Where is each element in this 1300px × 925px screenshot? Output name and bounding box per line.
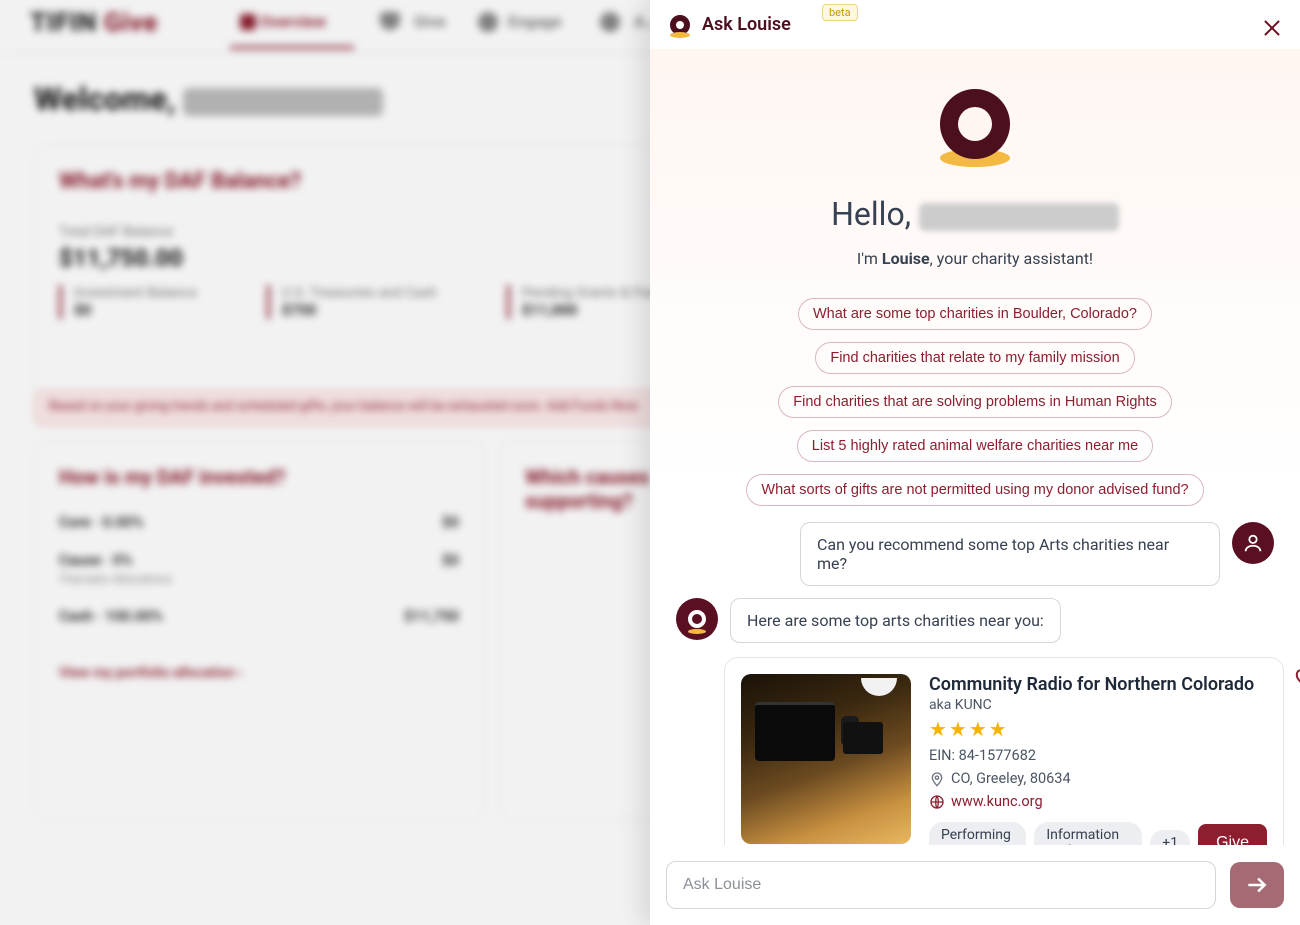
charity-info: Community Radio for Northern Colorado ak… (929, 674, 1267, 845)
suggestion-chip[interactable]: Find charities that are solving problems… (778, 386, 1171, 418)
ask-louise-panel: Ask Louise beta Hello, I'm Louise, your … (650, 0, 1300, 925)
user-message-row: Can you recommend some top Arts charitie… (650, 516, 1300, 592)
pin-icon (929, 771, 945, 787)
suggestion-chip[interactable]: What sorts of gifts are not permitted us… (746, 474, 1203, 506)
charity-location: CO, Greeley, 80634 (929, 770, 1267, 787)
charity-tags: Performing Arts Information And … +1 Giv… (929, 822, 1267, 845)
arrow-right-icon (1244, 872, 1270, 898)
hello-name-redacted (919, 203, 1119, 231)
charity-tag-more[interactable]: +1 (1150, 830, 1190, 845)
bot-message-row: Here are some top arts charities near yo… (650, 592, 1300, 649)
panel-header: Ask Louise beta (650, 0, 1300, 49)
favorite-heart-icon[interactable] (1295, 666, 1300, 690)
suggestion-chip[interactable]: List 5 highly rated animal welfare chari… (797, 430, 1153, 462)
intro-pre: I'm (857, 249, 882, 268)
charity-tag[interactable]: Information And … (1034, 822, 1142, 845)
panel-title: Ask Louise (702, 14, 791, 35)
bot-message-bubble: Here are some top arts charities near yo… (730, 598, 1061, 643)
charity-aka: aka KUNC (929, 697, 1267, 713)
charity-ein: EIN: 84-1577682 (929, 747, 1267, 764)
globe-icon (929, 794, 945, 810)
charity-result-card[interactable]: Community Radio for Northern Colorado ak… (724, 657, 1284, 845)
charity-website-text: www.kunc.org (951, 793, 1043, 810)
hello-line: Hello, (650, 195, 1300, 233)
user-avatar-icon (1232, 522, 1274, 564)
louise-hero-icon (940, 89, 1010, 159)
send-button[interactable] (1230, 862, 1284, 908)
intro-line: I'm Louise, your charity assistant! (650, 249, 1300, 268)
charity-website[interactable]: www.kunc.org (929, 793, 1267, 810)
louise-avatar-shadow (670, 32, 690, 38)
charity-thumbnail (741, 674, 911, 844)
star-rating-icon: ★★★★ (929, 717, 1267, 741)
bot-avatar-icon (676, 598, 718, 640)
intro-bold: Louise (882, 249, 930, 268)
beta-badge: beta (822, 4, 858, 21)
intro-post: , your charity assistant! (930, 249, 1093, 268)
user-message-bubble: Can you recommend some top Arts charitie… (800, 522, 1220, 586)
suggestion-chips: What are some top charities in Boulder, … (650, 268, 1300, 516)
suggestion-chip[interactable]: Find charities that relate to my family … (815, 342, 1134, 374)
hello-prefix: Hello, (831, 195, 919, 233)
panel-body: Hello, I'm Louise, your charity assistan… (650, 49, 1300, 845)
close-icon[interactable] (1262, 18, 1282, 38)
give-button[interactable]: Give (1198, 824, 1267, 845)
panel-footer (650, 845, 1300, 925)
hero-avatar (650, 89, 1300, 167)
suggestion-chip[interactable]: What are some top charities in Boulder, … (798, 298, 1152, 330)
charity-location-text: CO, Greeley, 80634 (951, 770, 1071, 787)
charity-tag[interactable]: Performing Arts (929, 822, 1026, 845)
charity-title: Community Radio for Northern Colorado (929, 674, 1267, 695)
ask-louise-input[interactable] (666, 861, 1216, 909)
